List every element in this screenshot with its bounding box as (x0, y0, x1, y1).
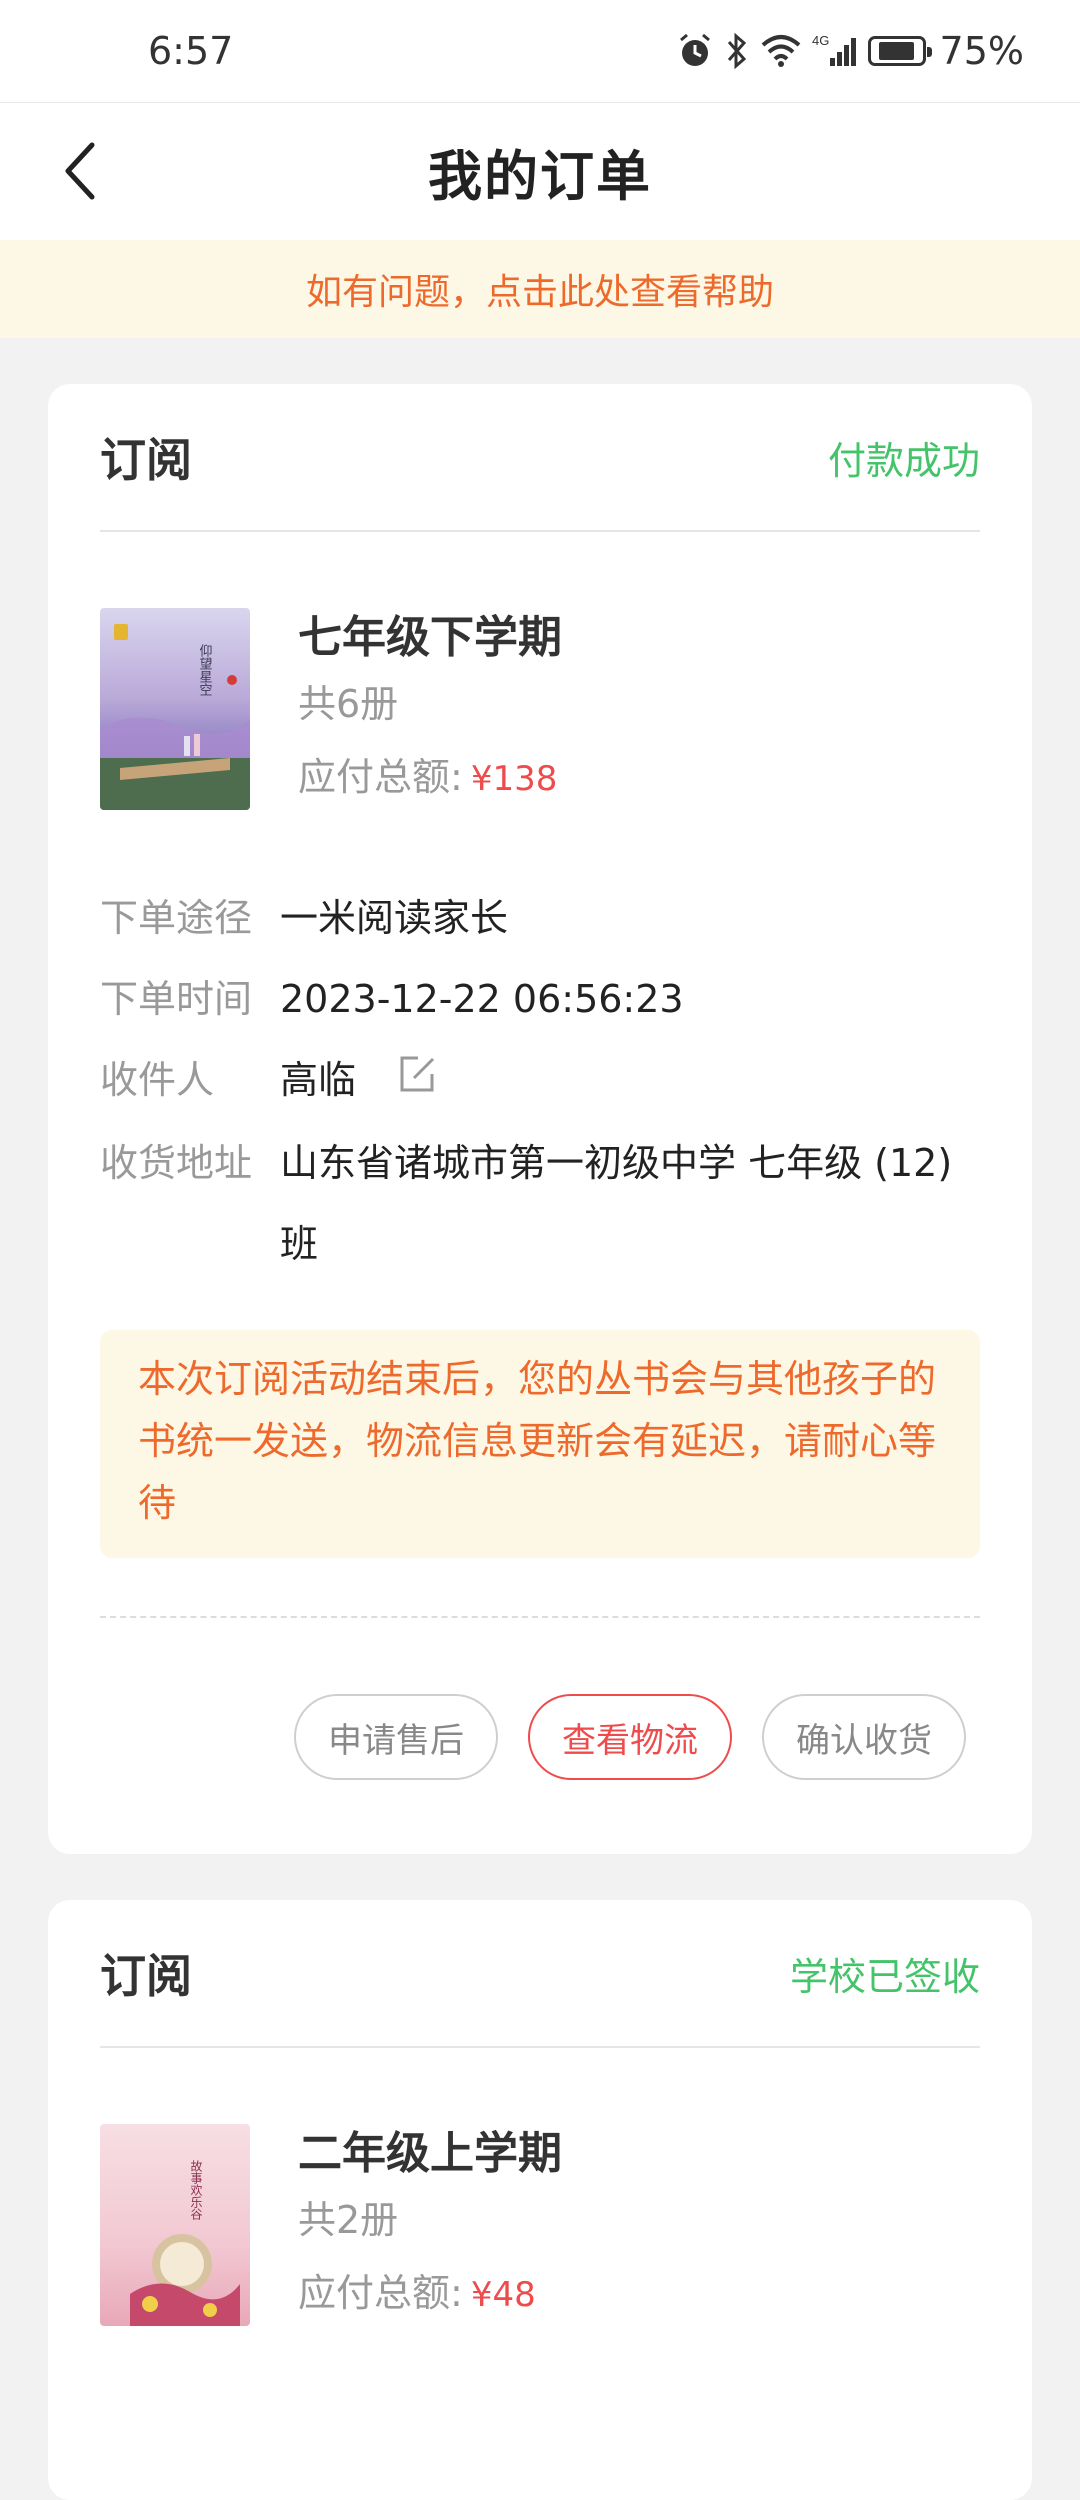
detail-label: 收件人 (100, 1058, 215, 1102)
wifi-icon (760, 33, 802, 69)
order-card[interactable]: 订阅 付款成功 仰望星空 七年级下学期 共6册 应付总额: ¥138 下单途径 … (48, 384, 1032, 1854)
network-label: 4G (812, 33, 829, 48)
order-details: 下单途径 一米阅读家长 下单时间 2023-12-22 06:56:23 收件人… (100, 878, 980, 1285)
detail-label: 下单时间 (100, 977, 253, 1021)
book-cover-image: 故事欢乐谷 (100, 2124, 250, 2326)
status-right: 4G 75% (676, 29, 1024, 73)
delivery-notice: 本次订阅活动结束后，您的丛书会与其他孩子的书统一发送，物流信息更新会有延迟，请耐… (100, 1330, 980, 1558)
order-status: 学校已签收 (789, 1954, 980, 1999)
amount-row: 应付总额: ¥138 (298, 746, 562, 801)
order-card-header: 订阅 付款成功 (100, 384, 980, 532)
product-info: 二年级上学期 共2册 应付总额: ¥48 (298, 2124, 562, 2326)
detail-label: 收货地址 (100, 1141, 253, 1185)
app-header: 我的订单 (0, 102, 1080, 240)
product-name: 七年级下学期 (298, 612, 562, 663)
status-time: 6:57 (148, 29, 234, 73)
detail-value-recipient: 高临 (280, 1040, 980, 1123)
status-bar: 6:57 4G 75% (0, 0, 1080, 102)
battery-percent: 75% (939, 29, 1024, 73)
status-icons: 4G (676, 32, 932, 70)
detail-row-recipient: 收件人 高临 (100, 1040, 980, 1123)
product-count: 共6册 (298, 682, 399, 726)
view-logistics-button[interactable]: 查看物流 (528, 1694, 732, 1780)
detail-value: 2023-12-22 06:56:23 (280, 977, 684, 1021)
order-actions: 申请售后 查看物流 确认收货 (294, 1694, 966, 1780)
4g-signal-icon: 4G (812, 32, 858, 70)
battery-icon (867, 36, 932, 66)
confirm-receipt-button[interactable]: 确认收货 (762, 1694, 966, 1780)
detail-row-time: 下单时间 2023-12-22 06:56:23 (100, 959, 980, 1040)
page-title: 我的订单 (428, 145, 652, 208)
back-button[interactable] (48, 139, 112, 203)
cover-title: 故事欢乐谷 (189, 2159, 203, 2221)
recipient-name: 高临 (280, 1058, 357, 1102)
detail-row-address: 收货地址 山东省诸城市第一初级中学 七年级 (12) 班 (100, 1123, 980, 1285)
detail-row-channel: 下单途径 一米阅读家长 (100, 878, 980, 959)
divider (100, 1616, 980, 1618)
order-status: 付款成功 (827, 438, 980, 483)
after-sales-button[interactable]: 申请售后 (294, 1694, 498, 1780)
amount-label: 应付总额: (298, 2271, 463, 2315)
product-info: 七年级下学期 共6册 应付总额: ¥138 (298, 608, 562, 810)
product-summary[interactable]: 故事欢乐谷 二年级上学期 共2册 应付总额: ¥48 (100, 2124, 562, 2326)
battery-fill (879, 42, 914, 60)
chevron-left-icon (65, 142, 95, 200)
order-card-header: 订阅 学校已签收 (100, 1900, 980, 2048)
product-name: 二年级上学期 (298, 2128, 562, 2179)
order-type: 订阅 (100, 1949, 192, 2003)
detail-value: 一米阅读家长 (280, 896, 509, 940)
edit-icon[interactable] (396, 1042, 438, 1123)
order-type: 订阅 (100, 433, 192, 487)
book-cover-image: 仰望星空 (100, 608, 250, 810)
order-card[interactable]: 订阅 学校已签收 故事欢乐谷 二年级上学期 共2册 应付总额: ¥48 (48, 1900, 1032, 2500)
bluetooth-icon (724, 32, 750, 70)
amount-label: 应付总额: (298, 755, 463, 799)
amount-value: ¥48 (470, 2275, 536, 2315)
detail-label: 下单途径 (100, 896, 253, 940)
help-banner[interactable]: 如有问题，点击此处查看帮助 (0, 240, 1080, 338)
detail-value: 山东省诸城市第一初级中学 七年级 (12) 班 (280, 1141, 953, 1266)
product-summary[interactable]: 仰望星空 七年级下学期 共6册 应付总额: ¥138 (100, 608, 562, 810)
amount-value: ¥138 (470, 759, 558, 799)
product-count: 共2册 (298, 2198, 399, 2242)
amount-row: 应付总额: ¥48 (298, 2262, 562, 2317)
cover-title: 仰望星空 (197, 644, 213, 696)
alarm-icon (676, 32, 714, 70)
